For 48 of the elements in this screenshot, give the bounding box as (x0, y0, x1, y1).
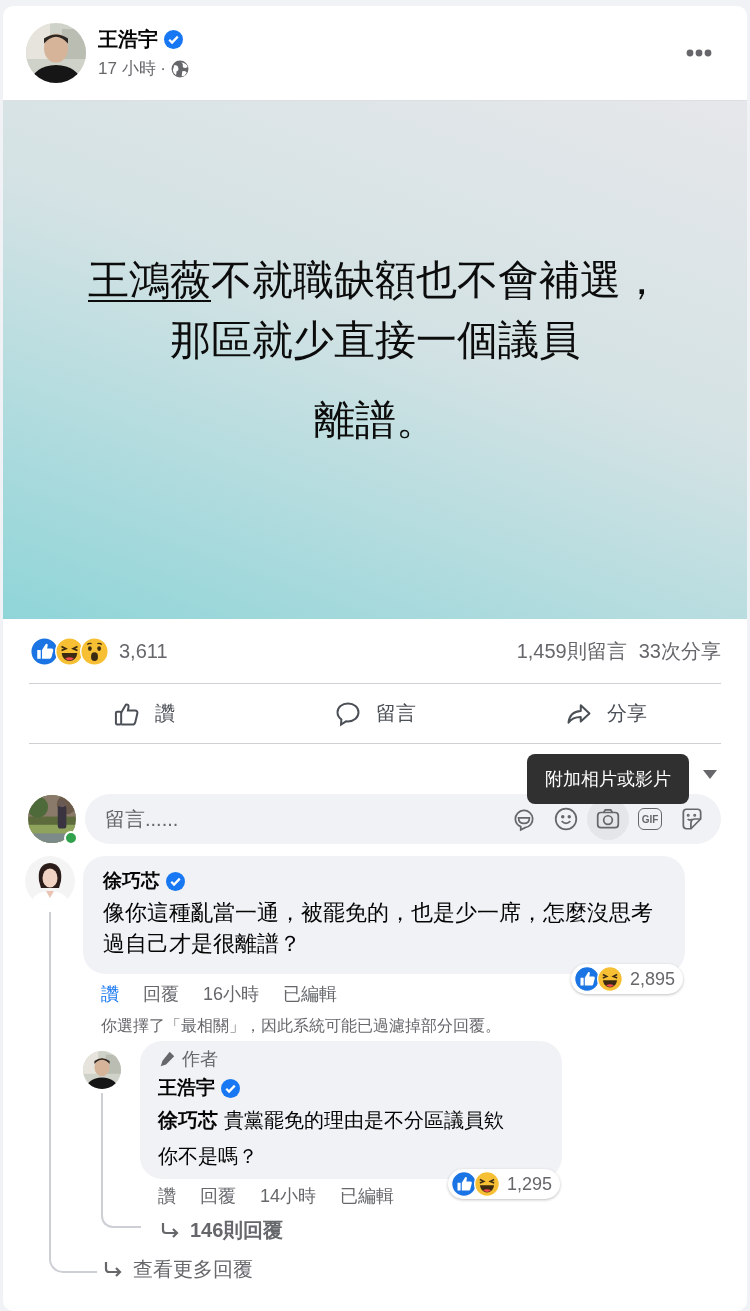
author-label: 作者 (182, 1048, 218, 1071)
like-reaction-icon (30, 636, 59, 666)
post-text-line: 離譜。 (313, 396, 437, 445)
tooltip: 附加相片或影片 (527, 754, 689, 804)
dropdown-caret-icon[interactable] (703, 769, 717, 779)
view-replies-link[interactable]: 146則回覆 (140, 1211, 284, 1248)
commenter-name[interactable]: 王浩宇 (158, 1075, 215, 1101)
like-button[interactable]: 讚 (29, 684, 260, 743)
reply-link[interactable]: 回覆 (200, 1184, 236, 1208)
mention-link[interactable]: 王鴻薇 (88, 257, 211, 303)
like-reaction-icon (450, 1171, 477, 1197)
comment-time[interactable]: 14小時 (260, 1184, 317, 1208)
like-reaction-icon (573, 966, 600, 992)
laughing-reaction-icon (596, 966, 623, 992)
surprised-reaction-icon (80, 636, 109, 666)
author-name[interactable]: 王浩宇 (98, 26, 158, 53)
reaction-summary[interactable]: 1,295 (447, 1169, 560, 1199)
laughing-reaction-icon (473, 1171, 500, 1197)
commenter-name[interactable]: 徐巧芯 (103, 868, 160, 894)
more-options-icon[interactable] (686, 49, 712, 57)
comment-button[interactable]: 留言 (259, 684, 491, 743)
like-link[interactable]: 讚 (101, 982, 119, 1006)
comment-count[interactable]: 1,459則留言 (516, 637, 627, 665)
globe-icon (171, 59, 190, 78)
filter-notice: 你選擇了「最相關」，因此系統可能已過濾掉部分回覆。 (100, 1016, 502, 1036)
edited-label[interactable]: 已編輯 (340, 1184, 395, 1208)
comment-time[interactable]: 16小時 (203, 982, 260, 1006)
reaction-summary[interactable]: 2,895 (570, 964, 683, 994)
post-time[interactable]: 17 小時 · (98, 57, 167, 80)
laughing-reaction-icon (55, 636, 84, 666)
reply-link[interactable]: 回覆 (143, 982, 179, 1006)
comment-text: 徐巧芯 貴黨罷免的理由是不分區議員欸 (158, 1108, 505, 1133)
sticker-icon[interactable] (679, 806, 705, 832)
post-text-line: 王鴻薇不就職缺額也不會補選， (88, 256, 662, 305)
emoji-icon[interactable] (553, 806, 579, 832)
gif-icon[interactable]: GIF (638, 808, 662, 830)
comment-text: 你不是嗎？ (158, 1144, 259, 1169)
share-count[interactable]: 33次分享 (638, 637, 721, 665)
comment-input[interactable]: 留言...... (103, 806, 503, 832)
like-link[interactable]: 讚 (158, 1184, 176, 1208)
view-more-replies-link[interactable]: 查看更多回覆 (83, 1248, 253, 1287)
post-text-line: 那區就少直接一個議員 (170, 316, 580, 365)
camera-icon[interactable] (595, 806, 621, 832)
comment-text: 像你這種亂當一通，被罷免的，也是少一席，怎麼沒思考過自己才是很離譜？ (103, 900, 654, 958)
share-button[interactable]: 分享 (490, 684, 721, 743)
reaction-count[interactable]: 3,611 (119, 639, 517, 663)
edited-label[interactable]: 已編輯 (283, 982, 338, 1006)
pencil-icon (158, 1050, 176, 1068)
